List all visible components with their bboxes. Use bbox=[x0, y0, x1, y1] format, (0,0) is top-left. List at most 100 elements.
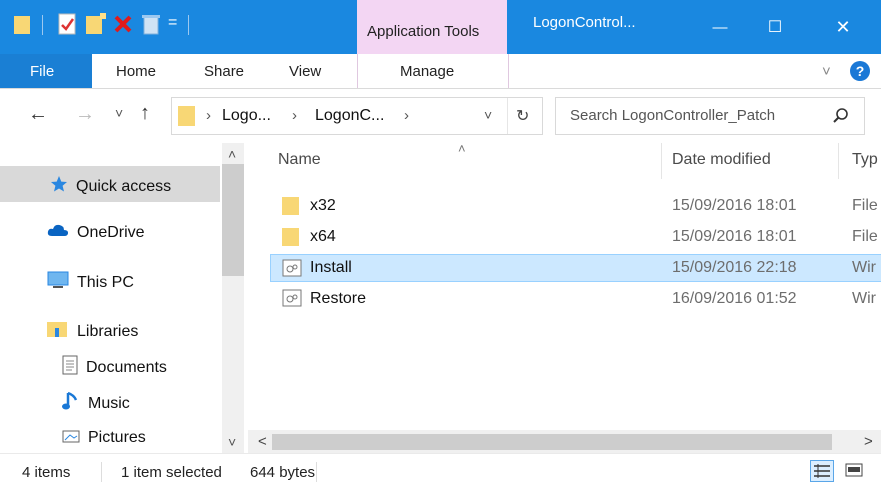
nav-item-quick-access[interactable]: Quick access bbox=[50, 175, 171, 198]
star-icon bbox=[50, 175, 68, 198]
folder-icon bbox=[282, 227, 299, 251]
table-row[interactable]: Install 15/09/2016 22:18 Wir bbox=[270, 254, 881, 282]
large-icons-view-icon bbox=[845, 463, 863, 477]
minimize-icon: — bbox=[712, 18, 728, 36]
file-name: Install bbox=[310, 259, 352, 276]
table-row[interactable]: x32 15/09/2016 18:01 File bbox=[270, 192, 881, 220]
refresh-icon[interactable]: ↻ bbox=[516, 106, 529, 126]
file-type: Wir bbox=[852, 290, 876, 307]
back-button[interactable]: ← bbox=[28, 103, 48, 126]
forward-button[interactable]: → bbox=[75, 103, 95, 126]
item-count: 4 items bbox=[22, 464, 71, 481]
close-icon: ✕ bbox=[835, 16, 851, 37]
navigation-pane: Quick access OneDrive This PC Libraries … bbox=[0, 143, 248, 453]
status-divider bbox=[101, 462, 102, 482]
nav-item-label: Pictures bbox=[88, 428, 146, 446]
file-list: ˄ Name Date modified Typ x32 15/09/2016 … bbox=[248, 143, 881, 453]
nav-item-label: Documents bbox=[86, 358, 167, 376]
maximize-icon: ☐ bbox=[767, 19, 783, 36]
details-view-button[interactable] bbox=[810, 460, 834, 482]
computer-icon bbox=[47, 271, 69, 294]
table-row[interactable]: Restore 16/09/2016 01:52 Wir bbox=[270, 285, 881, 313]
ribbon-collapse-icon[interactable]: ˅ bbox=[822, 63, 831, 80]
music-icon bbox=[62, 391, 80, 416]
help-icon[interactable]: ? bbox=[850, 61, 870, 81]
file-name: x64 bbox=[310, 228, 336, 245]
address-bar[interactable]: › Logo... › LogonC... › ˅ ↻ bbox=[171, 97, 543, 135]
large-icons-view-button[interactable] bbox=[842, 460, 866, 482]
breadcrumb-separator[interactable]: › bbox=[404, 107, 409, 124]
nav-item-music[interactable]: Music bbox=[62, 391, 130, 416]
nav-item-label: OneDrive bbox=[77, 223, 145, 241]
breadcrumb-separator: › bbox=[206, 107, 211, 124]
details-view-icon bbox=[814, 464, 830, 478]
nav-item-libraries[interactable]: Libraries bbox=[47, 319, 138, 344]
tab-file-label: File bbox=[30, 63, 55, 80]
recent-locations-button[interactable]: ˅ bbox=[115, 105, 123, 121]
search-icon[interactable] bbox=[832, 107, 850, 129]
separator-icon bbox=[186, 15, 192, 39]
maximize-button[interactable]: ☐ bbox=[752, 0, 798, 54]
selection-size: 644 bytes bbox=[250, 464, 316, 481]
script-icon bbox=[282, 289, 302, 311]
tab-view[interactable]: View bbox=[289, 63, 321, 80]
nav-scroll-down-icon[interactable]: ˅ bbox=[228, 434, 236, 450]
nav-item-pictures[interactable]: Pictures bbox=[62, 427, 146, 448]
minimize-button[interactable]: — bbox=[697, 0, 743, 54]
sort-indicator-icon: ˄ bbox=[458, 143, 466, 156]
nav-item-label: This PC bbox=[77, 273, 134, 291]
scroll-right-icon[interactable]: > bbox=[864, 433, 873, 450]
window-title: LogonControl... bbox=[533, 14, 636, 31]
nav-item-label: Music bbox=[88, 394, 130, 412]
address-dropdown-icon[interactable]: ˅ bbox=[484, 107, 492, 123]
column-header-name[interactable]: Name bbox=[278, 151, 321, 169]
file-type: File bbox=[852, 228, 878, 245]
delete-icon[interactable] bbox=[113, 14, 133, 38]
file-date: 15/09/2016 18:01 bbox=[672, 197, 797, 214]
search-box[interactable]: Search LogonController_Patch bbox=[555, 97, 865, 135]
breadcrumb-item[interactable]: LogonC... bbox=[315, 107, 384, 125]
nav-scrollbar-thumb[interactable] bbox=[222, 164, 244, 276]
file-name: x32 bbox=[310, 197, 336, 214]
nav-item-label: Quick access bbox=[76, 177, 172, 195]
status-divider bbox=[316, 462, 317, 482]
tab-file[interactable]: File bbox=[0, 54, 92, 88]
nav-item-label: Libraries bbox=[77, 322, 139, 340]
breadcrumb-item[interactable]: Logo... bbox=[222, 107, 271, 125]
folder-icon bbox=[282, 196, 299, 220]
recycle-bin-icon[interactable] bbox=[142, 13, 160, 39]
tab-home[interactable]: Home bbox=[116, 63, 156, 80]
folder-icon bbox=[178, 105, 195, 131]
ribbon-tabs: Home Share View Manage ˅ ? bbox=[0, 54, 881, 89]
new-folder-icon[interactable] bbox=[86, 13, 108, 39]
address-row: ← → ˅ ↑ › Logo... › LogonC... › ˅ ↻ Sear… bbox=[0, 89, 881, 143]
nav-item-documents[interactable]: Documents bbox=[62, 355, 167, 380]
selection-status: 1 item selected bbox=[121, 464, 222, 481]
horizontal-scrollbar-thumb[interactable] bbox=[272, 434, 832, 450]
file-name: Restore bbox=[310, 290, 367, 307]
context-tab-label: Application Tools bbox=[367, 23, 480, 40]
cloud-icon bbox=[47, 223, 69, 242]
script-icon bbox=[282, 259, 302, 281]
nav-item-this-pc[interactable]: This PC bbox=[47, 271, 134, 294]
address-divider bbox=[507, 98, 508, 134]
properties-icon[interactable] bbox=[58, 13, 76, 39]
search-input[interactable]: Search LogonController_Patch bbox=[570, 107, 775, 124]
tab-share[interactable]: Share bbox=[204, 63, 244, 80]
up-button[interactable]: ↑ bbox=[140, 102, 150, 125]
pictures-icon bbox=[62, 427, 80, 448]
nav-item-onedrive[interactable]: OneDrive bbox=[47, 223, 145, 242]
qat-customize-icon[interactable]: = bbox=[168, 14, 177, 32]
column-divider[interactable] bbox=[838, 143, 839, 179]
table-row[interactable]: x64 15/09/2016 18:01 File bbox=[270, 223, 881, 251]
folder-icon[interactable] bbox=[14, 15, 30, 39]
tab-manage[interactable]: Manage bbox=[400, 63, 454, 80]
nav-scroll-up-icon[interactable]: ˄ bbox=[228, 146, 236, 162]
breadcrumb-separator: › bbox=[292, 107, 297, 124]
close-button[interactable]: ✕ bbox=[820, 0, 866, 54]
scroll-left-icon[interactable]: < bbox=[258, 433, 267, 450]
column-divider[interactable] bbox=[661, 143, 662, 179]
title-bar: = Application Tools LogonControl... — ☐ … bbox=[0, 0, 881, 54]
column-header-type[interactable]: Typ bbox=[852, 151, 878, 169]
column-header-date[interactable]: Date modified bbox=[672, 151, 771, 169]
